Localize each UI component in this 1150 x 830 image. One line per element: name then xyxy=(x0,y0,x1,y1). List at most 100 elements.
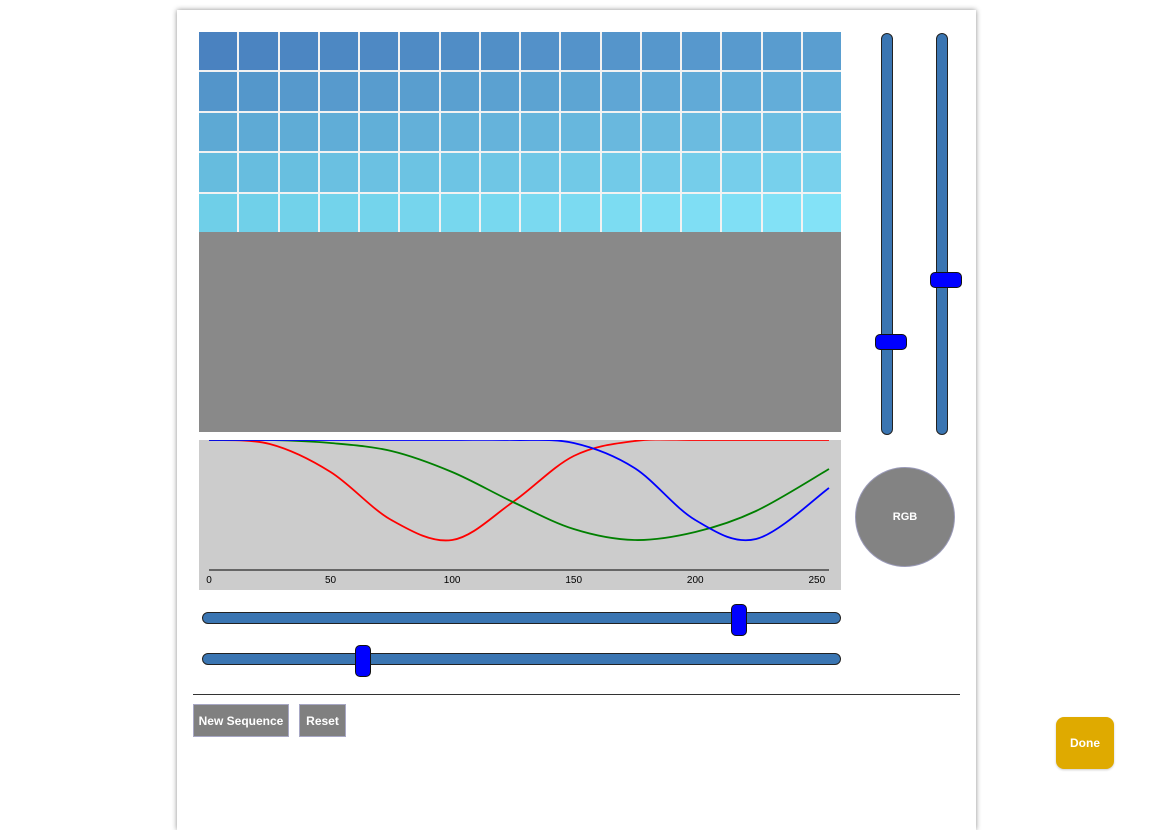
color-swatch[interactable] xyxy=(199,112,238,152)
vertical-slider-1-thumb[interactable] xyxy=(875,334,907,350)
divider xyxy=(193,694,960,695)
curve-series-1 xyxy=(208,440,829,542)
color-swatch[interactable] xyxy=(279,193,318,232)
color-swatch[interactable] xyxy=(199,32,238,71)
reset-button[interactable]: Reset xyxy=(299,704,346,737)
color-swatch[interactable] xyxy=(199,193,238,232)
color-swatch[interactable] xyxy=(762,193,801,232)
color-swatch-grid[interactable] xyxy=(199,32,841,232)
color-swatch[interactable] xyxy=(480,32,519,71)
color-swatch[interactable] xyxy=(641,193,680,232)
color-swatch[interactable] xyxy=(400,153,439,192)
color-swatch[interactable] xyxy=(762,153,801,192)
color-swatch[interactable] xyxy=(601,193,640,232)
color-swatch[interactable] xyxy=(360,112,399,152)
x-tick-label: 0 xyxy=(206,575,212,586)
color-swatch[interactable] xyxy=(521,193,560,232)
color-swatch[interactable] xyxy=(561,112,600,152)
color-swatch[interactable] xyxy=(239,153,278,192)
color-swatch[interactable] xyxy=(199,72,238,111)
horizontal-slider-1-thumb[interactable] xyxy=(731,604,747,636)
color-swatch[interactable] xyxy=(682,193,721,232)
color-swatch[interactable] xyxy=(682,32,721,71)
rgb-color-circle[interactable]: RGB xyxy=(855,467,955,567)
color-swatch[interactable] xyxy=(561,193,600,232)
color-swatch[interactable] xyxy=(360,153,399,192)
color-swatch[interactable] xyxy=(722,72,761,111)
color-swatch[interactable] xyxy=(802,153,841,192)
color-swatch[interactable] xyxy=(440,153,479,192)
horizontal-slider-2-thumb[interactable] xyxy=(355,645,371,677)
color-swatch[interactable] xyxy=(199,153,238,192)
color-swatch[interactable] xyxy=(480,153,519,192)
color-swatch[interactable] xyxy=(279,72,318,111)
color-swatch[interactable] xyxy=(480,112,519,152)
color-swatch[interactable] xyxy=(239,112,278,152)
new-sequence-button[interactable]: New Sequence xyxy=(193,704,289,737)
color-swatch[interactable] xyxy=(400,193,439,232)
color-swatch[interactable] xyxy=(601,32,640,71)
color-swatch[interactable] xyxy=(319,112,358,152)
color-swatch[interactable] xyxy=(239,72,278,111)
color-swatch[interactable] xyxy=(360,72,399,111)
color-swatch[interactable] xyxy=(802,193,841,232)
curve-chart-svg: 0 50 100 150 200 250 xyxy=(206,440,830,586)
color-swatch[interactable] xyxy=(641,72,680,111)
color-swatch[interactable] xyxy=(279,112,318,152)
color-swatch[interactable] xyxy=(682,72,721,111)
color-swatch[interactable] xyxy=(762,32,801,71)
color-swatch[interactable] xyxy=(601,112,640,152)
color-swatch[interactable] xyxy=(762,72,801,111)
color-swatch[interactable] xyxy=(239,32,278,71)
color-swatch[interactable] xyxy=(440,193,479,232)
color-swatch[interactable] xyxy=(480,193,519,232)
color-swatch[interactable] xyxy=(440,72,479,111)
color-swatch[interactable] xyxy=(400,72,439,111)
color-swatch[interactable] xyxy=(722,112,761,152)
color-swatch[interactable] xyxy=(319,193,358,232)
color-swatch[interactable] xyxy=(521,112,560,152)
color-swatch[interactable] xyxy=(360,32,399,71)
color-swatch[interactable] xyxy=(400,112,439,152)
color-swatch[interactable] xyxy=(641,32,680,71)
color-swatch[interactable] xyxy=(561,32,600,71)
color-swatch[interactable] xyxy=(521,32,560,71)
color-swatch[interactable] xyxy=(802,112,841,152)
color-swatch[interactable] xyxy=(400,32,439,71)
color-swatch[interactable] xyxy=(279,153,318,192)
color-swatch[interactable] xyxy=(440,32,479,71)
color-swatch[interactable] xyxy=(239,193,278,232)
color-swatch[interactable] xyxy=(641,153,680,192)
color-swatch[interactable] xyxy=(319,72,358,111)
vertical-slider-2[interactable] xyxy=(930,33,962,435)
color-swatch[interactable] xyxy=(521,153,560,192)
color-swatch[interactable] xyxy=(682,153,721,192)
color-swatch[interactable] xyxy=(601,72,640,111)
color-swatch[interactable] xyxy=(802,32,841,71)
color-swatch[interactable] xyxy=(601,153,640,192)
color-swatch[interactable] xyxy=(561,72,600,111)
color-swatch[interactable] xyxy=(561,153,600,192)
color-curve-chart: 0 50 100 150 200 250 xyxy=(199,440,841,590)
horizontal-slider-1[interactable] xyxy=(202,604,841,636)
color-swatch[interactable] xyxy=(762,112,801,152)
color-swatch[interactable] xyxy=(722,153,761,192)
color-swatch[interactable] xyxy=(722,193,761,232)
color-swatch[interactable] xyxy=(682,112,721,152)
done-button[interactable]: Done xyxy=(1056,717,1114,769)
horizontal-slider-2[interactable] xyxy=(202,645,841,677)
color-swatch[interactable] xyxy=(641,112,680,152)
color-swatch[interactable] xyxy=(279,32,318,71)
color-swatch[interactable] xyxy=(440,112,479,152)
color-swatch[interactable] xyxy=(480,72,519,111)
color-swatch[interactable] xyxy=(802,72,841,111)
color-swatch[interactable] xyxy=(319,153,358,192)
vertical-slider-2-thumb[interactable] xyxy=(930,272,962,288)
color-preview-area xyxy=(199,232,841,432)
x-tick-label: 100 xyxy=(444,575,461,586)
vertical-slider-1[interactable] xyxy=(875,33,907,435)
color-swatch[interactable] xyxy=(722,32,761,71)
color-swatch[interactable] xyxy=(360,193,399,232)
color-swatch[interactable] xyxy=(521,72,560,111)
color-swatch[interactable] xyxy=(319,32,358,71)
